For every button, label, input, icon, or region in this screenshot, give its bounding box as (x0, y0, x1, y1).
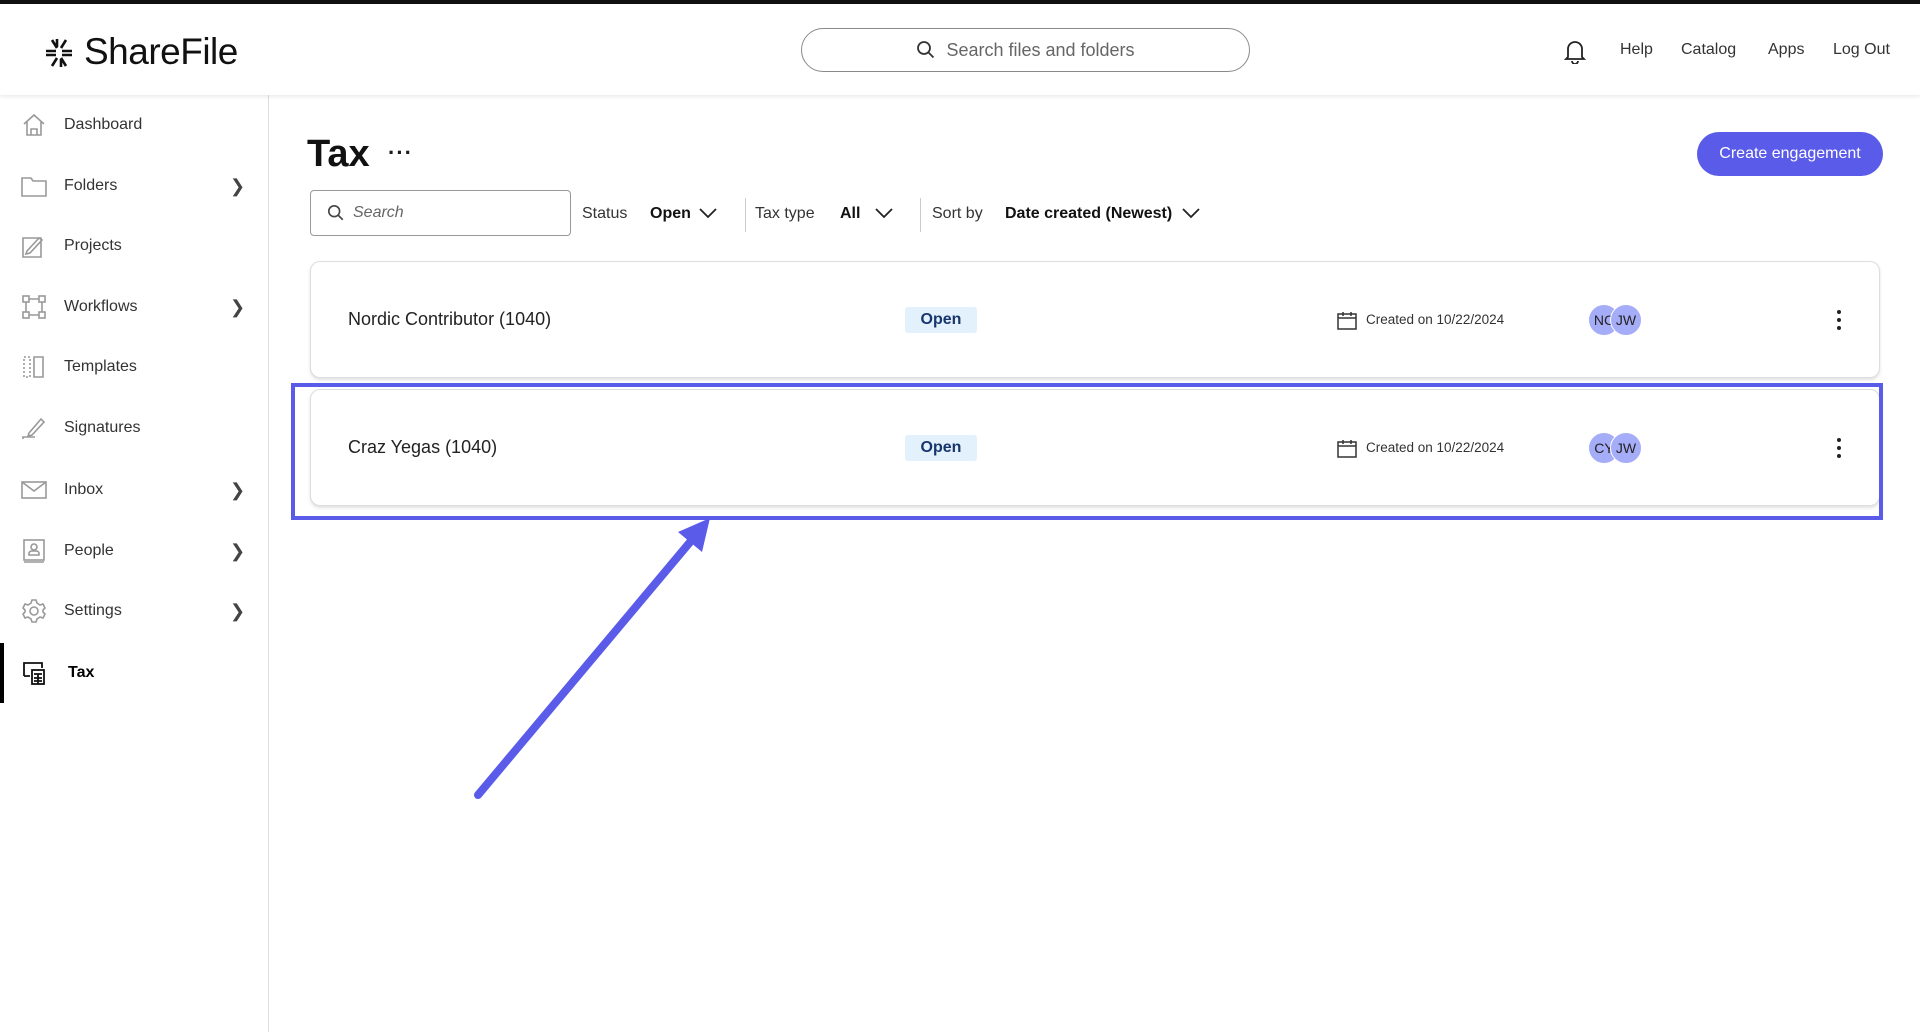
engagement-name[interactable]: Craz Yegas (1040) (348, 437, 497, 458)
chevron-down-icon[interactable] (698, 206, 718, 220)
home-icon (23, 113, 45, 136)
catalog-link[interactable]: Catalog (1681, 41, 1736, 59)
engagement-card[interactable]: Craz Yegas (1040) Open Created on 10/22/… (310, 389, 1880, 506)
sidebar-item-label: Templates (64, 358, 137, 375)
apps-link[interactable]: Apps (1768, 41, 1804, 59)
status-badge: Open (905, 435, 977, 461)
sidebar-item-label: People (64, 542, 114, 559)
sidebar-item-people[interactable]: People ❯ (0, 521, 268, 581)
notifications-bell-icon[interactable] (1563, 38, 1587, 64)
calendar-icon (1337, 312, 1357, 330)
logout-link[interactable]: Log Out (1833, 41, 1890, 59)
created-date: Created on 10/22/2024 (1366, 312, 1505, 327)
signature-icon (22, 417, 46, 439)
sidebar-item-projects[interactable]: Projects (0, 216, 268, 276)
projects-icon (22, 236, 44, 258)
templates-icon (23, 356, 44, 378)
sidebar-item-folders[interactable]: Folders ❯ (0, 156, 268, 216)
sidebar-item-templates[interactable]: Templates (0, 337, 268, 397)
annotation-arrow-icon (474, 518, 710, 799)
logo-text: ShareFile (84, 31, 238, 72)
chevron-down-icon[interactable] (1181, 206, 1201, 220)
engagement-card[interactable]: Nordic Contributor (1040) Open Created o… (310, 261, 1880, 378)
status-filter-label: Status (582, 205, 628, 222)
sidebar-item-label: Projects (64, 237, 122, 254)
kebab-menu-icon[interactable] (1831, 302, 1847, 338)
sidebar: Dashboard Folders ❯ Projects Workflows ❯… (0, 95, 269, 1032)
sortby-dropdown[interactable]: Date created (Newest) (1005, 205, 1172, 223)
taxtype-filter-label: Tax type (755, 205, 815, 222)
sidebar-item-label: Settings (64, 602, 122, 619)
folder-icon (21, 177, 47, 197)
calendar-icon (1337, 440, 1357, 458)
mail-icon (21, 481, 47, 499)
sidebar-item-label: Workflows (64, 298, 138, 315)
chevron-down-icon[interactable] (874, 206, 894, 220)
sidebar-item-label: Signatures (64, 419, 141, 436)
people-icon (23, 539, 45, 563)
avatar: JW (1610, 432, 1642, 464)
sidebar-item-settings[interactable]: Settings ❯ (0, 581, 268, 641)
engagement-search-input[interactable]: Search (310, 190, 571, 236)
engagement-name[interactable]: Nordic Contributor (1040) (348, 309, 551, 330)
global-search-input[interactable]: Search files and folders (801, 28, 1250, 72)
search-icon (327, 204, 344, 221)
workflows-icon (22, 295, 46, 319)
avatar: JW (1610, 304, 1642, 336)
kebab-menu-icon[interactable] (1831, 430, 1847, 466)
more-options-button[interactable]: ··· (388, 140, 413, 166)
sidebar-item-tax[interactable]: Tax (0, 643, 268, 703)
created-date: Created on 10/22/2024 (1366, 440, 1505, 455)
chevron-right-icon: ❯ (230, 296, 246, 317)
sidebar-item-workflows[interactable]: Workflows ❯ (0, 277, 268, 337)
sharefile-logo-icon (46, 39, 72, 67)
help-link[interactable]: Help (1620, 41, 1653, 59)
sidebar-item-label: Folders (64, 177, 118, 194)
sidebar-item-signatures[interactable]: Signatures (0, 398, 268, 458)
sidebar-item-label: Dashboard (64, 116, 143, 133)
status-filter-dropdown[interactable]: Open (650, 205, 691, 223)
chevron-right-icon: ❯ (230, 175, 246, 196)
search-placeholder: Search (353, 204, 404, 221)
sidebar-item-dashboard[interactable]: Dashboard (0, 95, 268, 155)
tax-calculator-icon (23, 662, 45, 685)
chevron-right-icon: ❯ (230, 540, 246, 561)
sharefile-logo[interactable]: ShareFile (44, 31, 238, 73)
sidebar-item-label: Inbox (64, 481, 104, 498)
sidebar-item-label: Tax (68, 664, 95, 681)
status-badge: Open (905, 307, 977, 333)
divider (920, 198, 921, 232)
app-header: ShareFile Search files and folders Help … (0, 4, 1920, 95)
sortby-label: Sort by (932, 205, 983, 222)
global-search-placeholder: Search files and folders (946, 39, 1135, 60)
gear-icon (22, 599, 46, 623)
search-icon (917, 41, 935, 59)
chevron-right-icon: ❯ (230, 479, 246, 500)
divider (745, 198, 746, 232)
sidebar-item-inbox[interactable]: Inbox ❯ (0, 460, 268, 520)
taxtype-filter-dropdown[interactable]: All (840, 205, 860, 223)
chevron-right-icon: ❯ (230, 600, 246, 621)
page-title: Tax (307, 133, 370, 175)
create-engagement-button[interactable]: Create engagement (1697, 132, 1883, 176)
